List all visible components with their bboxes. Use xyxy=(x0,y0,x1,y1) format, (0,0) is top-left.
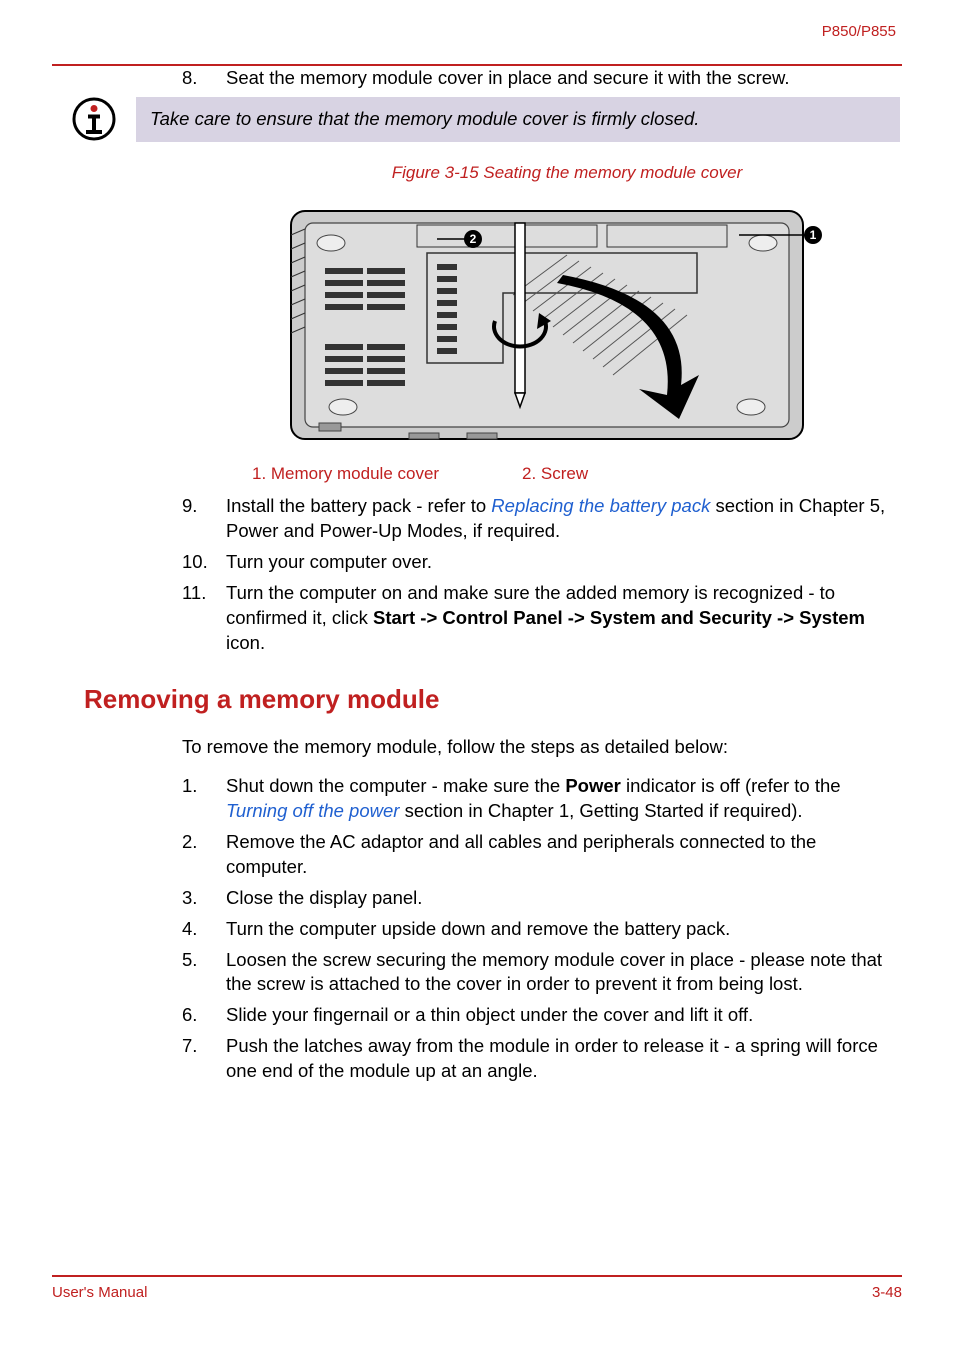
legend-1: 1. Memory module cover xyxy=(252,463,522,486)
list-number: 11. xyxy=(182,581,226,656)
remove-step-7: 7. Push the latches away from the module… xyxy=(182,1034,892,1084)
figure-caption: Figure 3-15 Seating the memory module co… xyxy=(242,162,892,185)
step-9: 9. Install the battery pack - refer to R… xyxy=(182,494,892,544)
svg-text:2: 2 xyxy=(470,232,477,246)
list-number: 10. xyxy=(182,550,226,575)
remove-step-6: 6. Slide your fingernail or a thin objec… xyxy=(182,1003,892,1028)
list-text: Shut down the computer - make sure the P… xyxy=(226,774,892,824)
text-fragment: Install the battery pack - refer to xyxy=(226,495,491,516)
list-number: 2. xyxy=(182,830,226,880)
list-text: Install the battery pack - refer to Repl… xyxy=(226,494,892,544)
footer-rule xyxy=(52,1275,902,1277)
section-intro: To remove the memory module, follow the … xyxy=(182,735,892,760)
text-fragment: indicator is off (refer to the xyxy=(621,775,841,796)
list-text: Turn the computer upside down and remove… xyxy=(226,917,892,942)
svg-text:1: 1 xyxy=(810,228,817,242)
bold-text: Power xyxy=(565,775,621,796)
link-replacing-battery-pack[interactable]: Replacing the battery pack xyxy=(491,495,710,516)
footer-page-number: 3-48 xyxy=(872,1283,902,1303)
text-fragment: Shut down the computer - make sure the xyxy=(226,775,565,796)
list-text: Turn the computer on and make sure the a… xyxy=(226,581,892,656)
header-model: P850/P855 xyxy=(822,22,896,42)
remove-step-4: 4. Turn the computer upside down and rem… xyxy=(182,917,892,942)
section-heading: Removing a memory module xyxy=(84,682,892,717)
figure-legend: 1. Memory module cover 2. Screw xyxy=(252,463,892,486)
list-text: Close the display panel. xyxy=(226,886,892,911)
bold-text: Start -> Control Panel -> System and Sec… xyxy=(373,607,865,628)
page-footer: User's Manual 3-48 xyxy=(52,1275,902,1303)
list-number: 7. xyxy=(182,1034,226,1084)
list-text: Slide your fingernail or a thin object u… xyxy=(226,1003,892,1028)
list-text: Seat the memory module cover in place an… xyxy=(226,66,892,91)
list-text: Push the latches away from the module in… xyxy=(226,1034,892,1084)
step-8: 8. Seat the memory module cover in place… xyxy=(182,66,892,91)
legend-2: 2. Screw xyxy=(522,463,588,486)
footer-left: User's Manual xyxy=(52,1283,147,1303)
list-number: 5. xyxy=(182,948,226,998)
link-turning-off-power[interactable]: Turning off the power xyxy=(226,800,399,821)
figure-diagram: 1 2 xyxy=(202,195,892,455)
list-number: 3. xyxy=(182,886,226,911)
info-icon xyxy=(72,97,116,141)
remove-step-3: 3. Close the display panel. xyxy=(182,886,892,911)
list-text: Turn your computer over. xyxy=(226,550,892,575)
list-number: 8. xyxy=(182,66,226,91)
list-number: 6. xyxy=(182,1003,226,1028)
text-fragment: icon. xyxy=(226,632,265,653)
note-callout: Take care to ensure that the memory modu… xyxy=(72,97,900,142)
step-11: 11. Turn the computer on and make sure t… xyxy=(182,581,892,656)
list-number: 1. xyxy=(182,774,226,824)
note-text: Take care to ensure that the memory modu… xyxy=(136,97,900,142)
step-10: 10. Turn your computer over. xyxy=(182,550,892,575)
remove-step-5: 5. Loosen the screw securing the memory … xyxy=(182,948,892,998)
text-fragment: section in Chapter 1, Getting Started if… xyxy=(399,800,802,821)
remove-step-2: 2. Remove the AC adaptor and all cables … xyxy=(182,830,892,880)
list-number: 4. xyxy=(182,917,226,942)
list-text: Loosen the screw securing the memory mod… xyxy=(226,948,892,998)
list-text: Remove the AC adaptor and all cables and… xyxy=(226,830,892,880)
list-number: 9. xyxy=(182,494,226,544)
remove-step-1: 1. Shut down the computer - make sure th… xyxy=(182,774,892,824)
